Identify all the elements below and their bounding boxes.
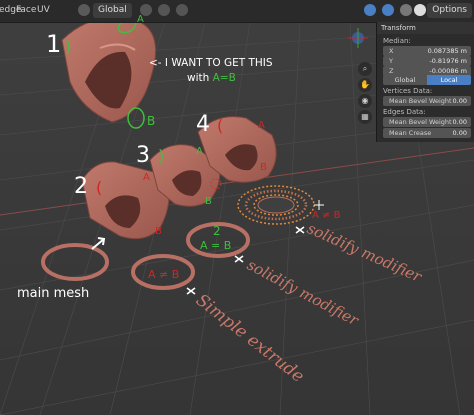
median-label: Median: xyxy=(383,37,411,45)
edge-bevel-weight-field[interactable]: Mean Bevel Weight 0.00 xyxy=(383,117,471,127)
mean-crease-field[interactable]: Mean Crease 0.00 xyxy=(383,128,471,138)
sidebar-transform-panel: Transform Median: X 0.087385 m Y -0.81976 … xyxy=(376,22,474,142)
orientation-dropdown[interactable]: Global xyxy=(93,3,132,18)
snap-icon[interactable] xyxy=(158,4,170,16)
label-a-3: A xyxy=(196,146,203,157)
menu-face[interactable]: Face xyxy=(16,5,36,15)
paren-green-1: ) xyxy=(65,37,72,56)
solidify-2-number: 2 xyxy=(213,224,221,238)
label-a-4: A xyxy=(258,120,265,131)
local-button[interactable]: Local xyxy=(427,75,471,85)
number-1: 1 xyxy=(46,30,62,58)
panel-title[interactable]: Transform xyxy=(377,22,474,34)
vertices-data-label: Vertices Data: xyxy=(383,87,433,95)
label-b-top: B xyxy=(147,114,156,128)
label-b-3: B xyxy=(205,196,212,207)
space-toggle: Global Local xyxy=(383,75,471,85)
vertex-bevel-weight-field[interactable]: Mean Bevel Weight 0.00 xyxy=(383,96,471,106)
extrude-neq: A ≠ B xyxy=(148,268,180,281)
menu-uv[interactable]: UV xyxy=(37,5,50,15)
median-y-field[interactable]: Y -0.81976 m xyxy=(383,56,471,66)
want-text: <- I WANT TO GET THIS xyxy=(149,57,273,69)
camera-icon[interactable]: ◉ xyxy=(358,94,372,108)
label-a-top: A xyxy=(137,14,144,25)
with-text: with A=B xyxy=(187,72,236,84)
xray-icon[interactable] xyxy=(382,4,394,16)
edges-data-label: Edges Data: xyxy=(383,108,426,116)
main-mesh-label: main mesh xyxy=(17,286,90,301)
header-bar: edge Face UV Global Options xyxy=(0,0,474,23)
grid-icon[interactable]: ▦ xyxy=(358,110,372,124)
pan-hand-icon[interactable]: ✋ xyxy=(358,78,372,92)
label-b-2: B xyxy=(155,226,162,237)
paren-green-3: ) xyxy=(158,146,165,165)
label-b-4: B xyxy=(260,162,267,173)
selected-ring-neq: A ≠ B xyxy=(312,210,341,221)
transform-orientation-icon[interactable] xyxy=(78,4,90,16)
label-a-2: A xyxy=(143,172,150,183)
shading-solid-icon[interactable] xyxy=(414,4,426,16)
number-3: 3 xyxy=(136,143,150,168)
options-button[interactable]: Options xyxy=(427,3,472,18)
paren-red-2: ( xyxy=(96,178,103,197)
overlay-icon[interactable] xyxy=(364,4,376,16)
blender-window: Simple extrude solidify modifier solidif… xyxy=(0,0,474,415)
number-4: 4 xyxy=(196,112,210,137)
shading-wire-icon[interactable] xyxy=(400,4,412,16)
median-x-field[interactable]: X 0.087385 m xyxy=(383,46,471,56)
paren-red-4: ( xyxy=(217,116,224,135)
proportional-edit-icon[interactable] xyxy=(176,4,188,16)
number-2: 2 xyxy=(74,174,88,199)
zoom-icon[interactable]: ⌕ xyxy=(358,62,372,76)
global-button[interactable]: Global xyxy=(383,75,427,85)
solidify-2-equal: A = B xyxy=(200,239,232,252)
